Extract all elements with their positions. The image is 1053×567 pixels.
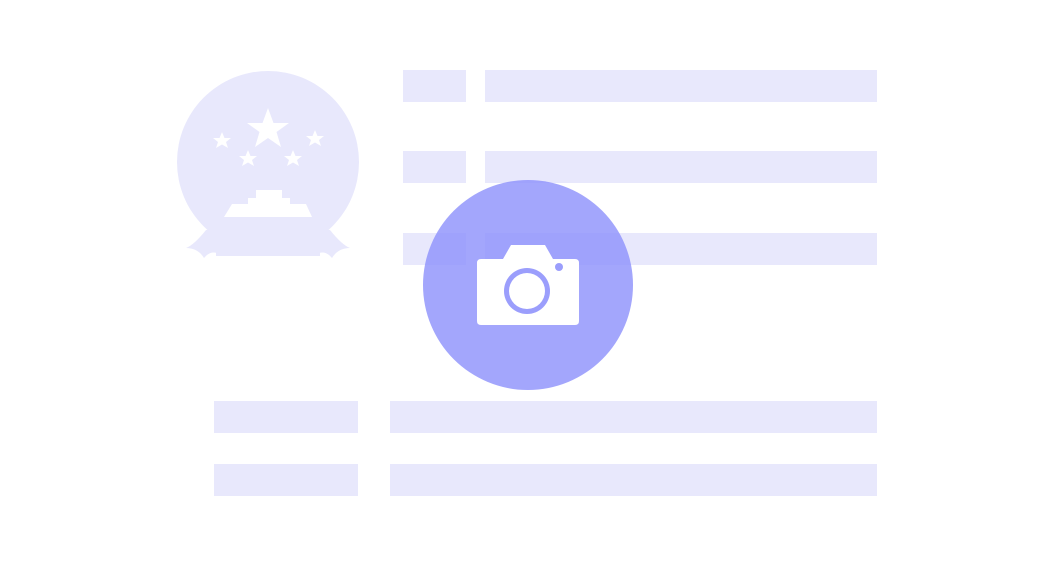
id-card-upload-illustration [0,0,1053,567]
field-value-bar [485,70,877,102]
emblem-disc [177,71,359,253]
field-label-bar [403,70,466,102]
camera-upload-button[interactable] [423,180,633,390]
camera-icon [477,245,579,325]
field-value-bar [485,151,877,183]
field-label-bar [214,464,358,496]
field-value-bar [390,401,877,433]
camera-indicator-dot [555,263,563,271]
field-value-bar [390,464,877,496]
field-label-bar [403,151,466,183]
field-label-bar [214,401,358,433]
camera-lens-inner [509,273,545,309]
emblem-gate-body [224,204,312,217]
emblem-gate-roof [256,190,282,198]
emblem-gate-top [248,198,290,204]
national-emblem-icon [177,71,359,258]
